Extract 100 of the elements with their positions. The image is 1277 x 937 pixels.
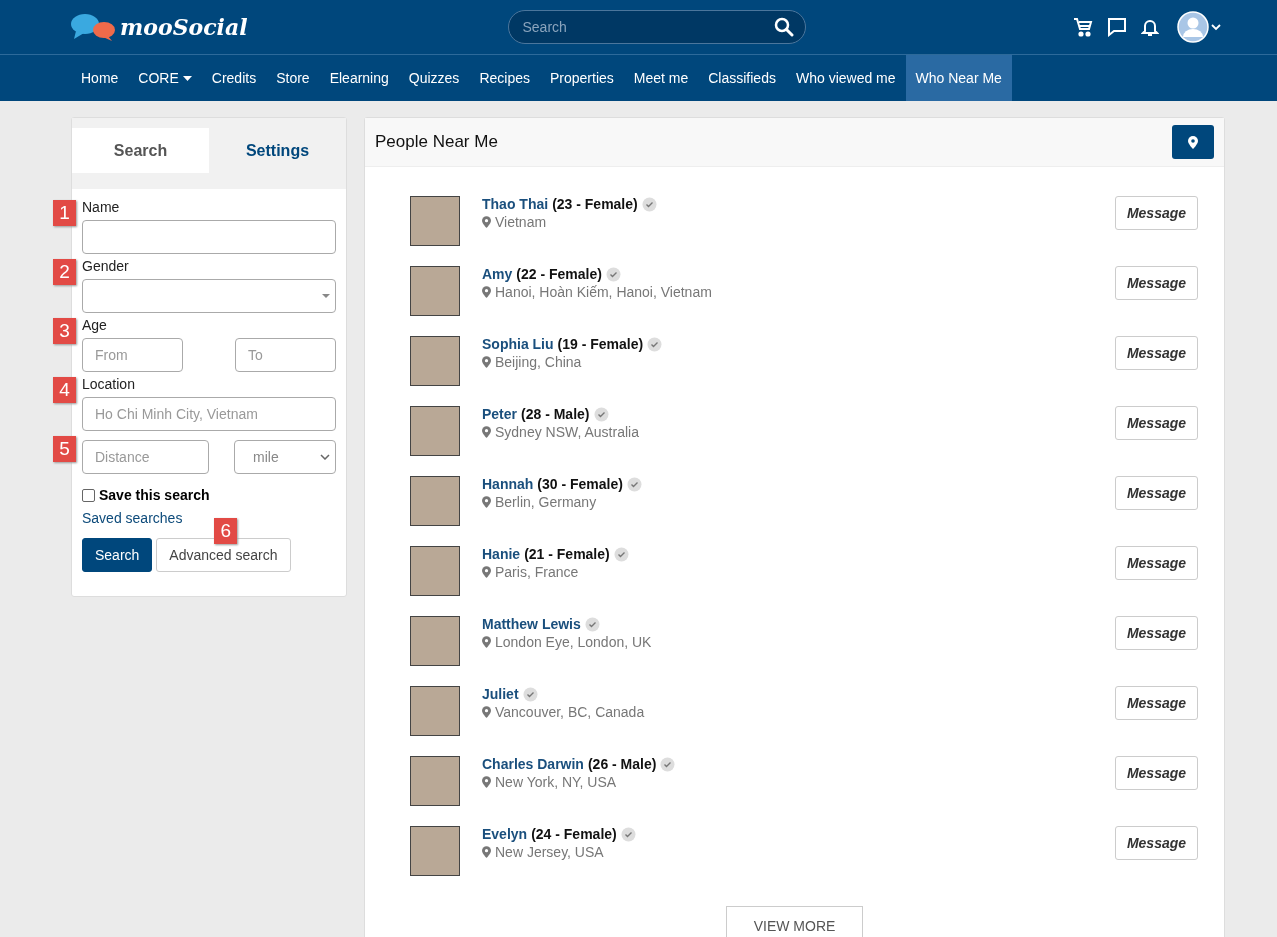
callout-number: 1: [53, 200, 76, 226]
verified-check-icon: [641, 196, 657, 212]
profile-link[interactable]: Hanie: [482, 546, 521, 562]
photo-placeholder[interactable]: [410, 756, 460, 806]
nav-link[interactable]: Elearning: [319, 55, 399, 101]
map-pin-button[interactable]: [1172, 125, 1214, 159]
verified-check-icon: [626, 476, 642, 492]
name-input[interactable]: [82, 220, 336, 254]
nav-link[interactable]: CORE: [128, 55, 202, 101]
logo-wordmark[interactable]: mooSocial: [120, 14, 248, 40]
chat-icon[interactable]: [1107, 17, 1127, 37]
nav-link[interactable]: Home: [71, 55, 129, 101]
person-details: (26 - Male): [587, 756, 657, 772]
callout-number: 3: [53, 318, 76, 344]
nav-link[interactable]: Credits: [201, 55, 267, 101]
message-button[interactable]: Message: [1115, 406, 1198, 440]
speech-bubbles-icon[interactable]: [70, 13, 116, 41]
person-details: (30 - Female): [537, 476, 623, 492]
location-input[interactable]: Ho Chi Minh City, Vietnam: [82, 397, 336, 431]
map-pin-icon: [482, 706, 491, 718]
chevron-down-icon[interactable]: [1211, 23, 1221, 31]
photo-placeholder[interactable]: [410, 476, 460, 526]
profile-link[interactable]: Amy: [482, 266, 513, 282]
search-icon[interactable]: [773, 17, 794, 37]
map-pin-icon: [1188, 135, 1198, 149]
search-button[interactable]: Search: [82, 538, 153, 572]
distance-input[interactable]: Distance: [82, 440, 209, 474]
profile-link[interactable]: Sophia Liu: [482, 336, 554, 352]
checkbox[interactable]: [82, 488, 95, 502]
bell-icon[interactable]: [1141, 17, 1159, 37]
profile-link[interactable]: Peter: [482, 406, 518, 422]
cart-icon[interactable]: [1073, 17, 1093, 37]
photo-placeholder[interactable]: [410, 336, 460, 386]
search-field[interactable]: Search: [507, 10, 806, 44]
photo-placeholder[interactable]: [410, 546, 460, 596]
nav-link[interactable]: Properties: [539, 55, 624, 101]
panel-tab[interactable]: Search: [72, 128, 209, 173]
verified-check-icon: [584, 616, 600, 632]
person-location: Berlin, Germany: [495, 494, 597, 510]
advanced-search-button[interactable]: Advanced search: [156, 538, 291, 572]
panel-title: People Near Me: [375, 132, 498, 152]
verified-check-icon: [605, 266, 621, 282]
nav-link[interactable]: Meet me: [623, 55, 699, 101]
nav-link[interactable]: Who Near Me: [905, 55, 1012, 101]
person-details: (24 - Female): [531, 826, 617, 842]
verified-check-icon: [593, 406, 609, 422]
nav-link[interactable]: Quizzes: [398, 55, 470, 101]
map-pin-icon: [482, 636, 491, 648]
age-from-input[interactable]: From: [82, 338, 183, 372]
map-pin-icon: [482, 566, 491, 578]
field-label: Age: [82, 317, 107, 333]
callout-number: 2: [53, 259, 76, 285]
profile-link[interactable]: Juliet: [482, 686, 519, 702]
profile-link[interactable]: Hannah: [482, 476, 534, 492]
age-to-input[interactable]: To: [235, 338, 336, 372]
nav-link[interactable]: Recipes: [469, 55, 540, 101]
person-details: (19 - Female): [557, 336, 644, 352]
profile-link[interactable]: Matthew Lewis: [482, 616, 581, 632]
map-pin-icon: [482, 216, 491, 228]
nav-link[interactable]: Store: [266, 55, 320, 101]
profile-link[interactable]: Thao Thai: [482, 196, 549, 212]
profile-link[interactable]: Charles Darwin: [482, 756, 584, 772]
photo-placeholder[interactable]: [410, 826, 460, 876]
message-button[interactable]: Message: [1115, 756, 1198, 790]
map-pin-icon: [482, 286, 491, 298]
verified-check-icon: [620, 826, 636, 842]
message-button[interactable]: Message: [1115, 266, 1198, 300]
nav-link[interactable]: Classifieds: [698, 55, 786, 101]
avatar-icon[interactable]: [1177, 11, 1209, 43]
caret-icon[interactable]: [182, 75, 192, 81]
photo-placeholder[interactable]: [410, 686, 460, 736]
person-location: Sydney NSW, Australia: [495, 424, 639, 440]
message-button[interactable]: Message: [1115, 546, 1198, 580]
view-more-button[interactable]: VIEW MORE: [726, 906, 863, 937]
map-pin-icon: [482, 356, 491, 368]
checkbox-label: Save this search: [99, 487, 210, 503]
person-location: London Eye, London, UK: [495, 634, 652, 650]
photo-placeholder[interactable]: [410, 266, 460, 316]
callout-number: 6: [214, 518, 238, 544]
person-location: Vancouver, BC, Canada: [495, 704, 645, 720]
person-location: Paris, France: [495, 564, 579, 580]
unit-select[interactable]: mile: [234, 440, 336, 474]
photo-placeholder[interactable]: [410, 196, 460, 246]
gender-select[interactable]: [82, 279, 336, 313]
message-button[interactable]: Message: [1115, 686, 1198, 720]
message-button[interactable]: Message: [1115, 336, 1198, 370]
verified-check-icon: [647, 336, 663, 352]
message-button[interactable]: Message: [1115, 826, 1198, 860]
message-button[interactable]: Message: [1115, 616, 1198, 650]
person-location: New York, NY, USA: [495, 774, 617, 790]
verified-check-icon: [613, 546, 629, 562]
profile-link[interactable]: Evelyn: [482, 826, 528, 842]
photo-placeholder[interactable]: [410, 616, 460, 666]
message-button[interactable]: Message: [1115, 196, 1198, 230]
callout-number: 4: [53, 377, 76, 403]
field-label: Location: [82, 376, 135, 392]
nav-link[interactable]: Who viewed me: [785, 55, 906, 101]
message-button[interactable]: Message: [1115, 476, 1198, 510]
person-location: Hanoi, Hoàn Kiếm, Hanoi, Vietnam: [495, 284, 712, 300]
photo-placeholder[interactable]: [410, 406, 460, 456]
